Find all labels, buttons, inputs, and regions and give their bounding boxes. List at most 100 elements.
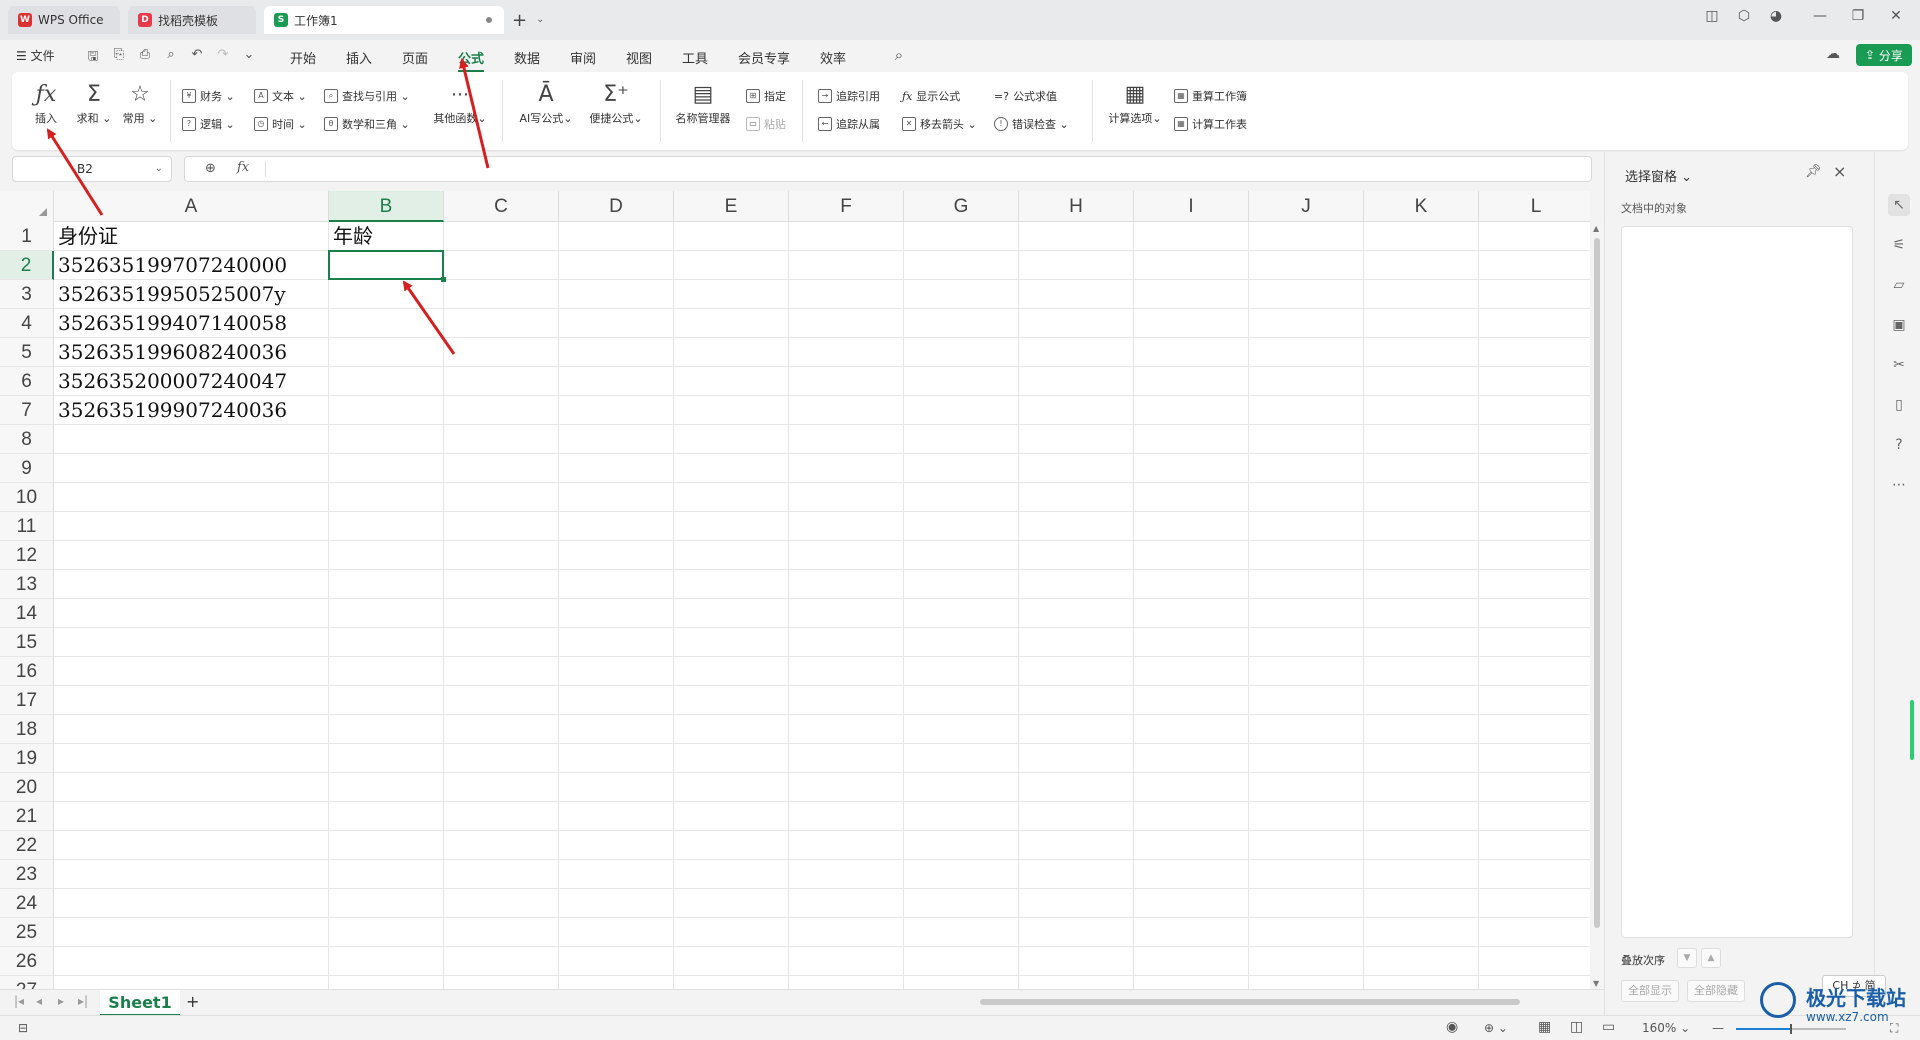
select-all-corner[interactable]	[0, 191, 54, 222]
menu-view[interactable]: 视图	[626, 48, 652, 67]
help-icon[interactable]: ?	[1888, 434, 1910, 456]
trace-dependents-button[interactable]: ← 追踪从属	[818, 116, 880, 132]
select-pointer-icon[interactable]: ↖	[1888, 194, 1910, 216]
zoom-level[interactable]: 160% ⌄	[1642, 1021, 1690, 1035]
image-icon[interactable]: ▣	[1888, 314, 1910, 336]
cell-a5[interactable]: 352635199608240036	[54, 338, 329, 367]
row-header-4[interactable]: 4	[0, 309, 54, 338]
column-header-j[interactable]: J	[1249, 191, 1364, 222]
avatar[interactable]: ◕	[1764, 8, 1788, 24]
restore-icon[interactable]: ❐	[1846, 8, 1870, 24]
zoom-formula-icon[interactable]: ⊕	[205, 161, 216, 176]
row-header-15[interactable]: 15	[0, 628, 54, 657]
new-tab-icon[interactable]: +	[512, 10, 527, 31]
settings-sliders-icon[interactable]: ⚟	[1888, 234, 1910, 256]
scroll-down-icon[interactable]: ▼	[1593, 979, 1599, 988]
remove-arrows-button[interactable]: ✕ 移去箭头 ⌄	[902, 116, 977, 132]
row-header-24[interactable]: 24	[0, 889, 54, 918]
menu-insert[interactable]: 插入	[346, 48, 372, 67]
fullscreen-icon[interactable]: ⛶	[1890, 1021, 1898, 1036]
evaluate-formula-button[interactable]: =? 公式求值	[994, 88, 1057, 104]
view-mode-icon[interactable]: ⊕ ⌄	[1484, 1021, 1508, 1035]
column-header-g[interactable]: G	[904, 191, 1019, 222]
menu-page[interactable]: 页面	[402, 48, 428, 67]
row-header-23[interactable]: 23	[0, 860, 54, 889]
add-sheet-icon[interactable]: +	[186, 992, 199, 1011]
row-header-16[interactable]: 16	[0, 657, 54, 686]
share-button[interactable]: ⇪ 分享	[1856, 44, 1912, 66]
tab-template[interactable]: D 找稻壳模板	[128, 6, 256, 34]
row-header-17[interactable]: 17	[0, 686, 54, 715]
trace-precedents-button[interactable]: → 追踪引用	[818, 88, 880, 104]
math-button[interactable]: θ 数学和三角 ⌄	[324, 116, 410, 132]
active-cell-b2[interactable]	[328, 250, 446, 282]
next-sheet-icon[interactable]: ▸	[58, 994, 64, 1008]
menu-review[interactable]: 审阅	[570, 48, 596, 67]
minimize-icon[interactable]: —	[1808, 8, 1832, 24]
menu-data[interactable]: 数据	[514, 48, 540, 67]
ai-formula-button[interactable]: Ā AI写公式⌄	[514, 82, 578, 126]
calc-sheet-button[interactable]: ▦ 计算工作表	[1174, 116, 1247, 132]
row-header-25[interactable]: 25	[0, 918, 54, 947]
chevron-down-icon[interactable]: ⌄	[240, 47, 258, 62]
column-header-a[interactable]: A	[54, 191, 329, 222]
menu-tools[interactable]: 工具	[682, 48, 708, 67]
menu-formula[interactable]: 公式	[458, 48, 485, 72]
row-header-10[interactable]: 10	[0, 483, 54, 512]
row-header-18[interactable]: 18	[0, 715, 54, 744]
specify-button[interactable]: ⊞ 指定	[746, 88, 786, 104]
column-header-d[interactable]: D	[559, 191, 674, 222]
last-sheet-icon[interactable]: ▸|	[78, 994, 88, 1008]
hide-all-button[interactable]: 全部隐藏	[1687, 980, 1745, 1002]
column-header-i[interactable]: I	[1134, 191, 1249, 222]
row-header-8[interactable]: 8	[0, 425, 54, 454]
layout-icon[interactable]: ◫	[1700, 8, 1724, 24]
row-header-7[interactable]: 7	[0, 396, 54, 425]
zoom-slider[interactable]	[1736, 1024, 1846, 1034]
zoom-slider-knob[interactable]	[1790, 1024, 1792, 1034]
paste-names-button[interactable]: ▭ 粘贴	[746, 116, 786, 132]
error-check-button[interactable]: ! 错误检查 ⌄	[994, 116, 1069, 132]
export-icon[interactable]: ⎘	[110, 47, 128, 62]
move-down-icon[interactable]: ▼	[1677, 948, 1697, 968]
row-header-20[interactable]: 20	[0, 773, 54, 802]
objects-list[interactable]	[1621, 226, 1853, 938]
cell-a4[interactable]: 352635199407140058	[54, 309, 329, 338]
scroll-thumb[interactable]	[1594, 238, 1600, 928]
quick-formula-button[interactable]: Σ⁺ 便捷公式⌄	[584, 82, 648, 126]
column-header-k[interactable]: K	[1364, 191, 1479, 222]
normal-view-icon[interactable]: ▦	[1538, 1019, 1551, 1035]
other-functions-button[interactable]: ⋯ 其他函数⌄	[428, 82, 492, 126]
pin-icon[interactable]: 📌︎	[1805, 164, 1822, 179]
lookup-button[interactable]: ⌕ 查找与引用 ⌄	[324, 88, 410, 104]
row-header-3[interactable]: 3	[0, 280, 54, 309]
name-manager-button[interactable]: ▤ 名称管理器	[670, 82, 736, 126]
row-header-13[interactable]: 13	[0, 570, 54, 599]
row-header-26[interactable]: 26	[0, 947, 54, 976]
cell-a3[interactable]: 35263519950525007y	[54, 280, 329, 309]
row-header-14[interactable]: 14	[0, 599, 54, 628]
row-header-11[interactable]: 11	[0, 512, 54, 541]
move-up-icon[interactable]: ▲	[1701, 948, 1721, 968]
more-icon[interactable]: ⋯	[1888, 474, 1910, 496]
pane-title[interactable]: 选择窗格 ⌄	[1625, 166, 1692, 185]
text-button[interactable]: A 文本 ⌄	[254, 88, 307, 104]
file-menu[interactable]: ☰ 文件	[16, 47, 55, 64]
row-header-1[interactable]: 1	[0, 222, 54, 251]
page-break-icon[interactable]: ▭	[1602, 1019, 1615, 1035]
row-header-22[interactable]: 22	[0, 831, 54, 860]
macro-record-icon[interactable]: ⊟	[18, 1021, 28, 1035]
redo-icon[interactable]: ↷	[214, 47, 232, 62]
column-header-b[interactable]: B	[329, 191, 444, 222]
tab-workbook[interactable]: S 工作簿1	[264, 6, 504, 34]
common-functions-button[interactable]: ☆ 常用 ⌄	[118, 82, 162, 126]
book-icon[interactable]: ▯	[1888, 394, 1910, 416]
cell-a7[interactable]: 352635199907240036	[54, 396, 329, 425]
cube-icon[interactable]: ⬡	[1732, 8, 1756, 24]
cell-b1[interactable]: 年龄	[329, 222, 444, 251]
close-icon[interactable]: ✕	[1884, 8, 1908, 24]
cell-a6[interactable]: 352635200007240047	[54, 367, 329, 396]
cell-a1[interactable]: 身份证	[54, 222, 329, 251]
row-header-12[interactable]: 12	[0, 541, 54, 570]
spreadsheet-grid[interactable]: ABCDEFGHIJKL 1 2 3 4 5 6 7 8 9 10 11 12 13 14 15 16 17 18…	[0, 191, 1590, 989]
